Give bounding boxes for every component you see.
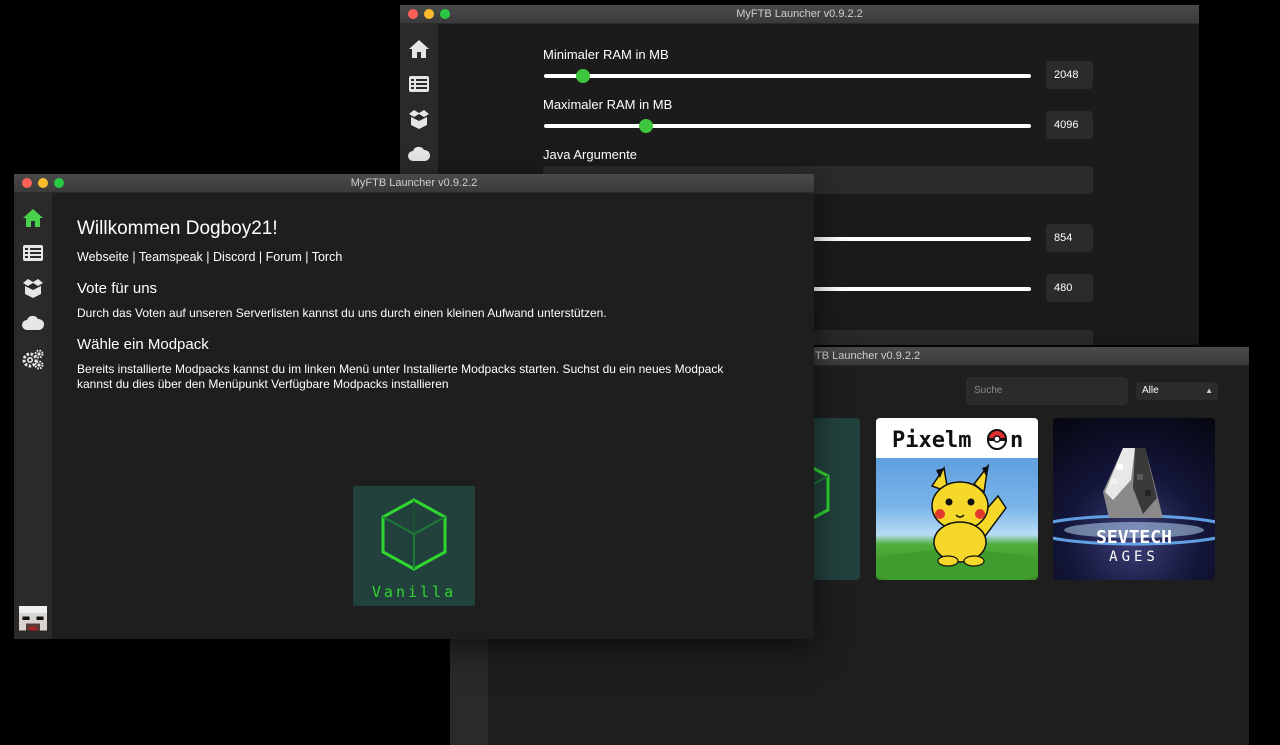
height-input[interactable]: 480 [1046,274,1093,302]
modpack-text-line1: Bereits installierte Modpacks kannst du … [77,362,724,376]
home-window: MyFTB Launcher v0.9.2.2 Willkommen Dogbo… [14,174,814,639]
cloud-icon[interactable] [21,311,45,335]
home-titlebar[interactable]: MyFTB Launcher v0.9.2.2 [14,174,814,193]
list-icon[interactable] [21,241,45,265]
gears-icon[interactable] [21,347,45,371]
pixelmon-logo-text: Pixelm [892,428,971,453]
min-ram-label: Minimaler RAM in MB [543,47,669,62]
cloud-icon[interactable] [407,142,431,166]
maximize-button[interactable] [54,178,64,188]
link-separator: | [206,250,210,264]
installed-modpack-vanilla[interactable]: Vanilla [353,486,475,606]
min-ram-slider-thumb[interactable] [575,69,590,83]
modpack-heading: Wähle ein Modpack [77,336,209,353]
link-separator: | [132,250,136,264]
link-teamspeak[interactable]: Teamspeak [139,250,203,264]
maximize-button[interactable] [440,9,450,19]
max-ram-slider[interactable] [544,119,1031,133]
close-button[interactable] [408,9,418,19]
minimize-button[interactable] [424,9,434,19]
settings-titlebar[interactable]: MyFTB Launcher v0.9.2.2 [400,5,1199,24]
avatar[interactable] [19,606,47,634]
sevtech-logo-line1: SEVTECH [1096,527,1172,548]
width-input[interactable]: 854 [1046,224,1093,252]
modpack-tile-pixelmon[interactable]: Pixelm n [876,418,1038,580]
box-icon[interactable] [21,276,45,300]
home-icon[interactable] [407,37,431,61]
link-separator: | [258,250,263,264]
modpack-tile-sevtech[interactable]: SEVTECH AGES [1053,418,1215,580]
max-ram-input[interactable]: 4096 [1046,111,1093,139]
sidebar [14,193,52,639]
window-title: TB Launcher v0.9.2.2 [815,350,921,362]
link-torch[interactable]: Torch [312,250,343,264]
link-discord[interactable]: Discord [213,250,255,264]
welcome-heading: Willkommen Dogboy21! [77,218,278,239]
sevtech-logo-line2: AGES [1109,549,1159,565]
list-icon[interactable] [407,72,431,96]
window-title: MyFTB Launcher v0.9.2.2 [736,8,863,20]
vanilla-logo-text: Vanilla [372,583,456,601]
max-ram-label: Maximaler RAM in MB [543,97,673,112]
search-input[interactable]: Suche [966,377,1128,405]
filter-select[interactable]: Alle ▲ [1136,382,1218,400]
vote-heading: Vote für uns [77,280,158,297]
min-ram-input[interactable]: 2048 [1046,61,1093,89]
chevron-updown-icon: ▲ [1205,386,1213,395]
links-bar: Webseite | Teamspeak | Discord | Forum |… [77,250,342,264]
modpack-text-line2: kannst du dies über den Menüpunkt Verfüg… [77,377,449,391]
vote-text: Durch das Voten auf unseren Serverlisten… [77,306,607,320]
min-ram-slider[interactable] [544,69,1031,83]
filter-select-value: Alle [1142,385,1159,396]
max-ram-slider-thumb[interactable] [639,119,654,133]
link-forum[interactable]: Forum [266,250,302,264]
pixelmon-logo-text-end: n [1010,428,1023,453]
box-icon[interactable] [407,107,431,131]
link-separator: | [305,250,309,264]
link-webseite[interactable]: Webseite [77,250,129,264]
minimize-button[interactable] [38,178,48,188]
java-args-label: Java Argumente [543,147,637,162]
home-icon[interactable] [21,206,45,230]
close-button[interactable] [22,178,32,188]
window-title: MyFTB Launcher v0.9.2.2 [350,177,478,189]
